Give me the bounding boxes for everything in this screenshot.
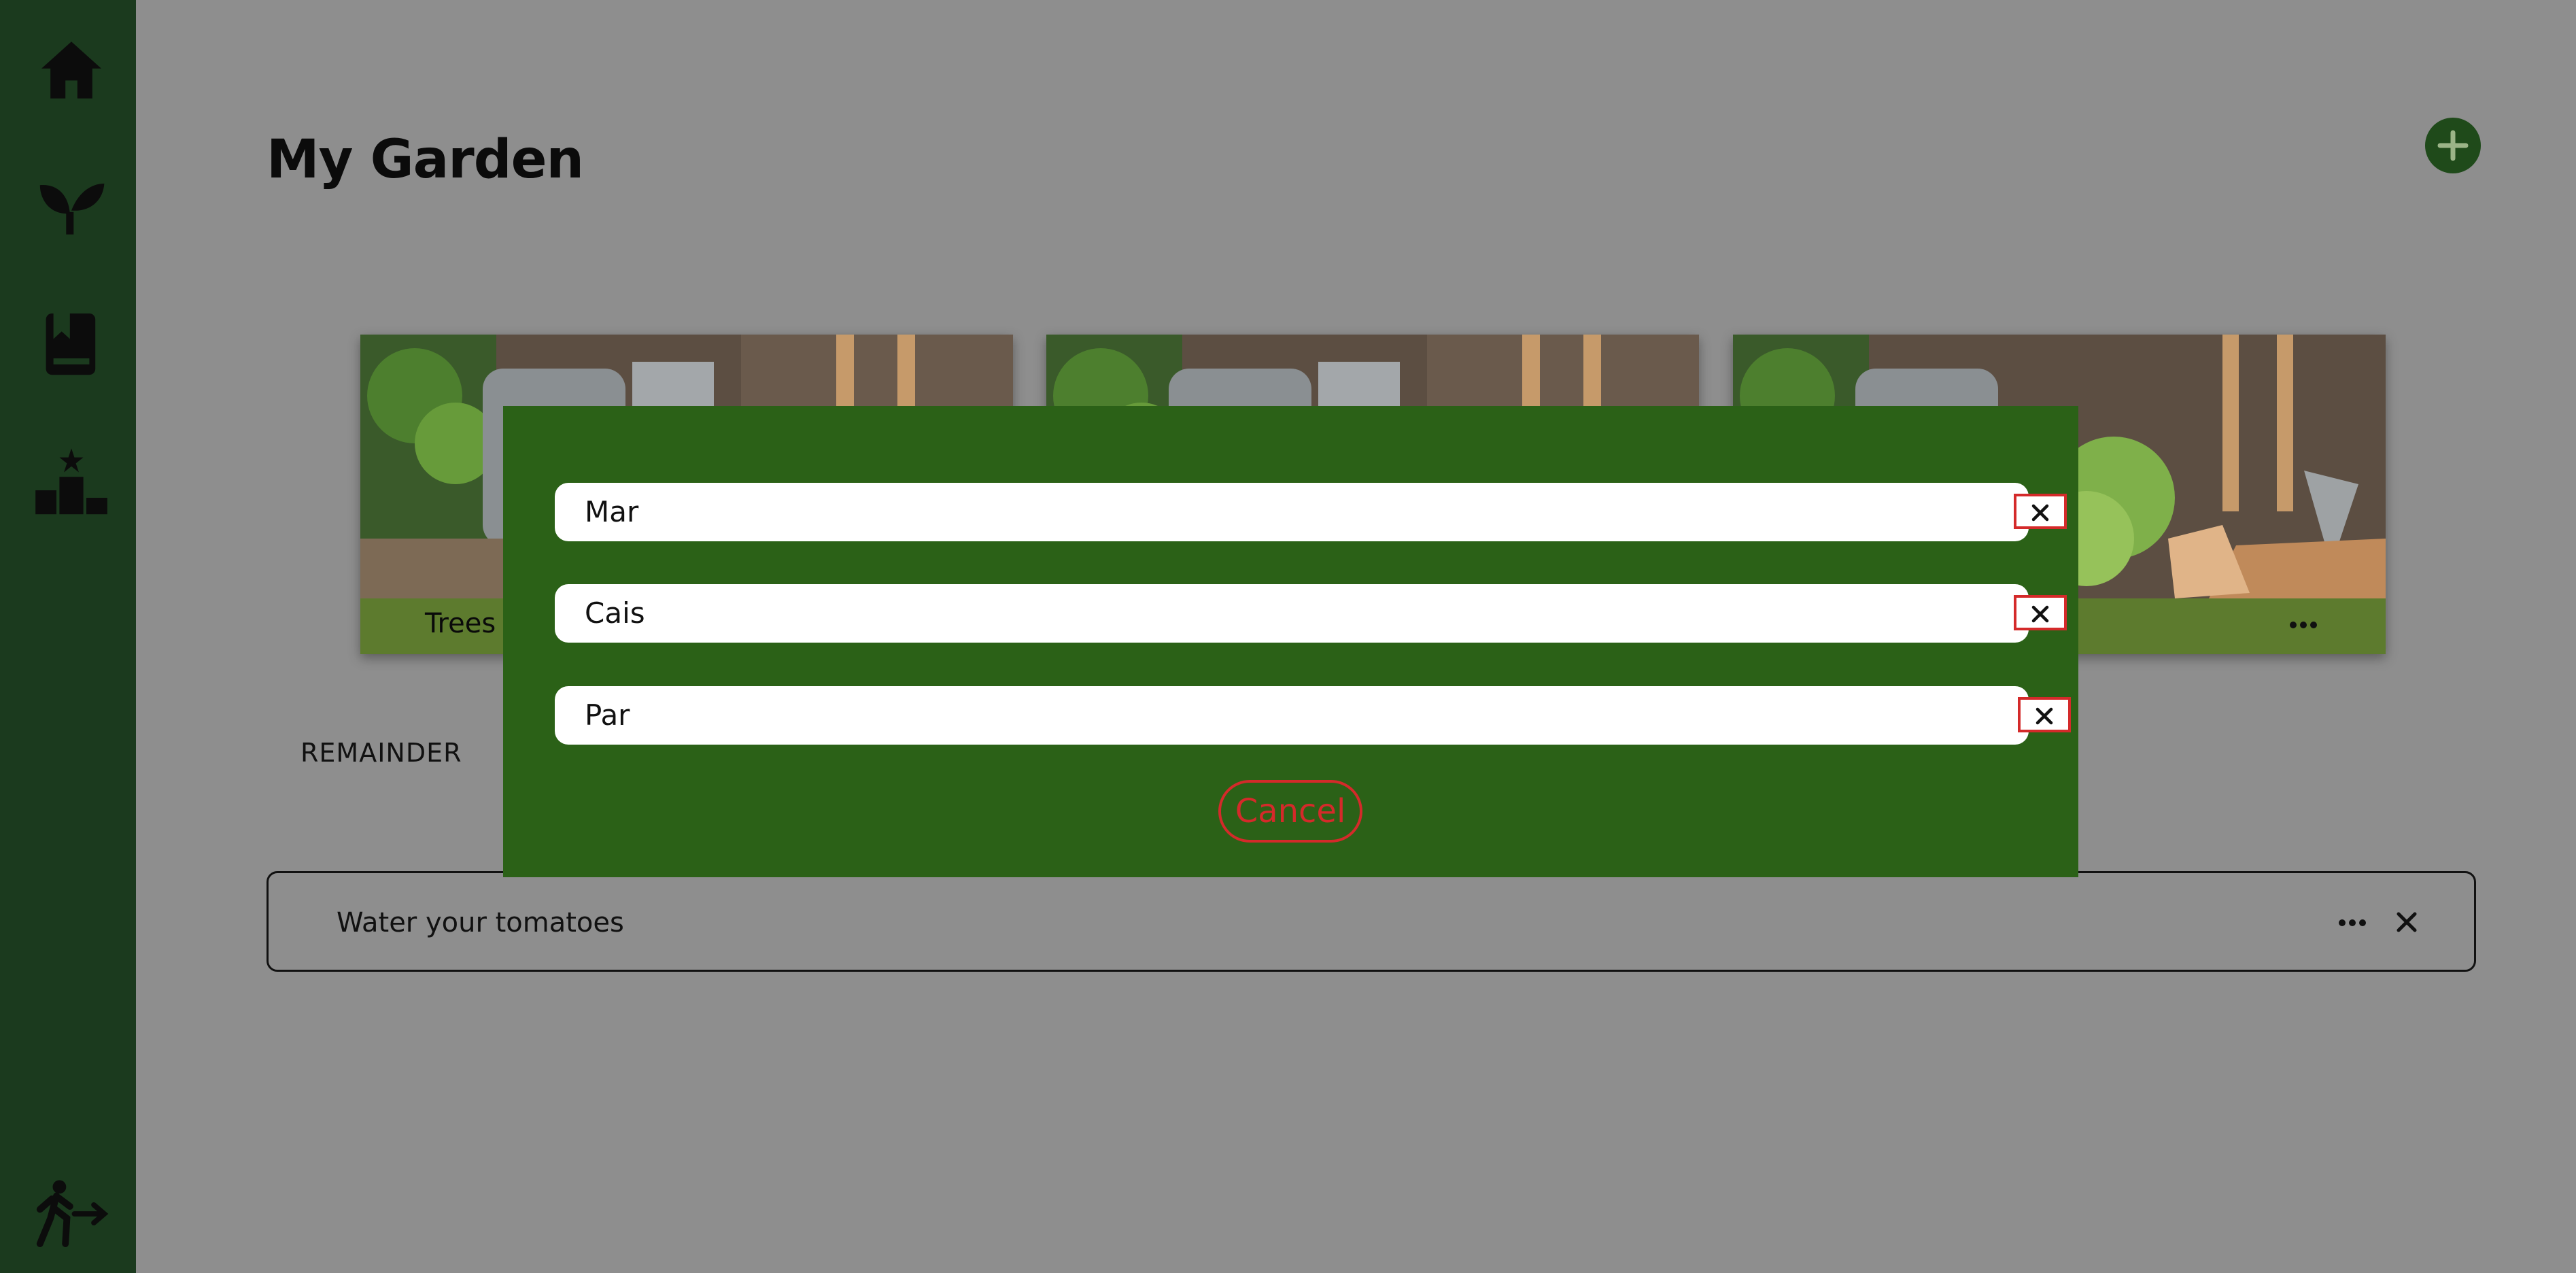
remainder-title: REMAINDER [300, 738, 462, 768]
edit-modal: Mar Cais Par Cancel [503, 406, 2078, 877]
reminder-text: Water your tomatoes [337, 907, 624, 938]
field-value: Cais [585, 596, 645, 630]
card-label: Trees [425, 608, 496, 639]
add-button[interactable] [2425, 118, 2481, 173]
sidebar [0, 0, 136, 1273]
clear-field-button[interactable] [2014, 494, 2067, 529]
plus-icon [2437, 130, 2469, 161]
close-icon[interactable] [2392, 907, 2422, 937]
clear-field-button[interactable] [2014, 595, 2067, 630]
name-field[interactable]: Mar [555, 483, 2067, 541]
field-value: Mar [585, 495, 639, 528]
reminder-item[interactable]: Water your tomatoes [267, 871, 2476, 972]
clear-field-button[interactable] [2018, 697, 2071, 732]
name-field[interactable]: Par [555, 686, 2071, 745]
field-value: Par [585, 698, 630, 732]
leaderboard-icon[interactable] [34, 445, 109, 520]
plant-icon[interactable] [34, 169, 109, 243]
close-icon [2031, 605, 2049, 623]
close-icon [2031, 504, 2049, 522]
page-title: My Garden [267, 129, 584, 190]
more-icon[interactable] [2286, 615, 2320, 635]
home-icon[interactable] [34, 33, 109, 107]
book-icon[interactable] [34, 306, 109, 381]
logout-icon[interactable] [34, 1176, 109, 1251]
cancel-button[interactable]: Cancel [1218, 780, 1362, 843]
name-field[interactable]: Cais [555, 584, 2067, 643]
more-icon[interactable] [2335, 913, 2369, 933]
close-icon [2036, 707, 2053, 725]
